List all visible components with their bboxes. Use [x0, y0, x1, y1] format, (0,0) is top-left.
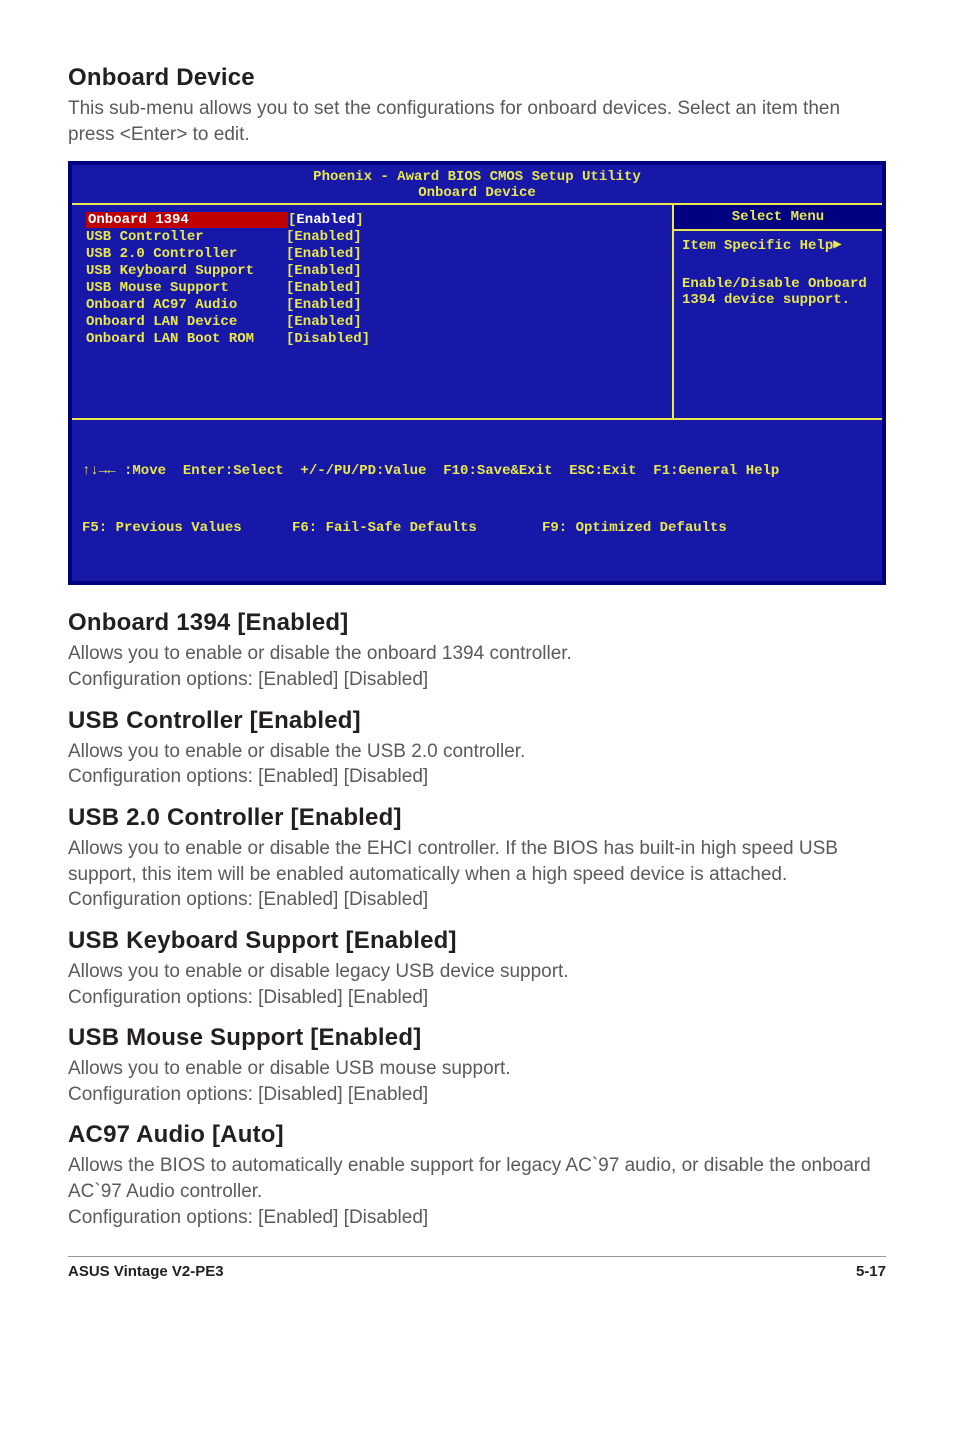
bios-value: [Enabled]: [286, 263, 362, 279]
bios-label: USB 2.0 Controller: [86, 246, 286, 262]
bios-label: USB Mouse Support: [86, 280, 286, 296]
bios-row-lan-device: Onboard LAN Device [Enabled]: [86, 314, 660, 330]
bios-value: [Enabled]: [286, 297, 362, 313]
para-onboard-1394-1: Allows you to enable or disable the onbo…: [68, 641, 886, 667]
page-footer: ASUS Vintage V2-PE3 5-17: [68, 1256, 886, 1280]
para-usb-keyboard-2: Configuration options: [Disabled] [Enabl…: [68, 985, 886, 1011]
bios-footer-line1: ↑↓→← :Move Enter:Select +/-/PU/PD:Value …: [82, 462, 872, 481]
bios-label: Onboard AC97 Audio: [86, 297, 286, 313]
bios-footer: ↑↓→← :Move Enter:Select +/-/PU/PD:Value …: [72, 418, 882, 581]
para-usb-controller-2: Configuration options: [Enabled] [Disabl…: [68, 764, 886, 790]
para-usb-mouse-1: Allows you to enable or disable USB mous…: [68, 1056, 886, 1082]
bios-label: USB Controller: [86, 229, 286, 245]
bios-value: [Enabled]: [288, 212, 364, 228]
bios-row-usb-mouse: USB Mouse Support [Enabled]: [86, 280, 660, 296]
footer-page-number: 5-17: [856, 1263, 886, 1280]
bios-row-onboard-1394: Onboard 1394 [Enabled]: [86, 212, 660, 228]
para-onboard-1394-2: Configuration options: [Enabled] [Disabl…: [68, 667, 886, 693]
para-usb-mouse-2: Configuration options: [Disabled] [Enabl…: [68, 1082, 886, 1108]
bios-value: [Enabled]: [286, 229, 362, 245]
para-usb-20: Allows you to enable or disable the EHCI…: [68, 836, 886, 913]
bios-value: [Enabled]: [286, 314, 362, 330]
bios-row-usb-keyboard: USB Keyboard Support [Enabled]: [86, 263, 660, 279]
bios-label: Onboard LAN Boot ROM: [86, 331, 286, 347]
para-usb-controller-1: Allows you to enable or disable the USB …: [68, 739, 886, 765]
heading-ac97: AC97 Audio [Auto]: [68, 1121, 886, 1149]
bios-value: [Enabled]: [286, 280, 362, 296]
bios-help-line: 1394 device support.: [682, 292, 876, 308]
heading-usb-20: USB 2.0 Controller [Enabled]: [68, 804, 886, 832]
bios-row-lan-boot-rom: Onboard LAN Boot ROM [Disabled]: [86, 331, 660, 347]
heading-usb-mouse: USB Mouse Support [Enabled]: [68, 1024, 886, 1052]
heading-usb-keyboard: USB Keyboard Support [Enabled]: [68, 927, 886, 955]
bios-label: USB Keyboard Support: [86, 263, 286, 279]
bios-row-usb-20-controller: USB 2.0 Controller [Enabled]: [86, 246, 660, 262]
bios-help-line: Enable/Disable Onboard: [682, 276, 876, 292]
bios-label: Onboard LAN Device: [86, 314, 286, 330]
bios-value: [Enabled]: [286, 246, 362, 262]
para-usb-keyboard-1: Allows you to enable or disable legacy U…: [68, 959, 886, 985]
bios-left-pane: Onboard 1394 [Enabled] USB Controller [E…: [72, 205, 674, 418]
para-ac97-1: Allows the BIOS to automatically enable …: [68, 1153, 886, 1204]
bios-row-usb-controller: USB Controller [Enabled]: [86, 229, 660, 245]
para-onboard-device: This sub-menu allows you to set the conf…: [68, 96, 886, 147]
heading-usb-controller: USB Controller [Enabled]: [68, 707, 886, 735]
para-ac97-2: Configuration options: [Enabled] [Disabl…: [68, 1205, 886, 1231]
bios-title-line2: Onboard Device: [72, 185, 882, 201]
bios-row-ac97: Onboard AC97 Audio [Enabled]: [86, 297, 660, 313]
bios-label: Onboard 1394: [86, 212, 288, 228]
bios-select-menu: Select Menu: [674, 205, 882, 231]
bios-help-title: Item Specific Help▶: [682, 237, 876, 254]
heading-onboard-1394: Onboard 1394 [Enabled]: [68, 609, 886, 637]
bios-title-line1: Phoenix - Award BIOS CMOS Setup Utility: [72, 169, 882, 185]
footer-product: ASUS Vintage V2-PE3: [68, 1263, 224, 1280]
bios-value: [Disabled]: [286, 331, 370, 347]
heading-onboard-device: Onboard Device: [68, 64, 886, 92]
bios-title: Phoenix - Award BIOS CMOS Setup Utility …: [72, 165, 882, 203]
bios-footer-line2: F5: Previous ValuesF6: Fail-Safe Default…: [82, 519, 872, 538]
bios-screenshot: Phoenix - Award BIOS CMOS Setup Utility …: [68, 161, 886, 585]
bios-right-pane: Select Menu Item Specific Help▶ Enable/D…: [674, 205, 882, 418]
